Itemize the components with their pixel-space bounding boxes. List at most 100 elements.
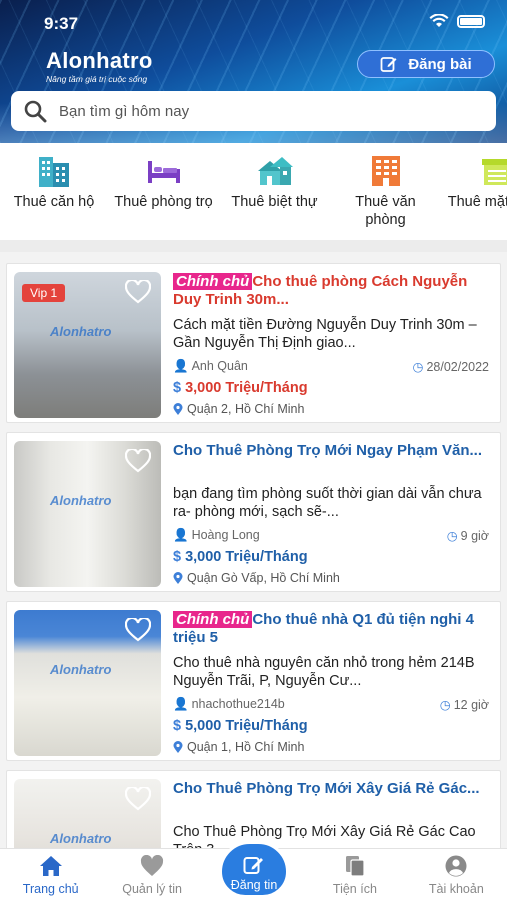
listing-author: 👤 Hoàng Long: [173, 528, 260, 543]
category-label: Thuê căn hộ: [13, 194, 95, 210]
owner-tag: Chính chủ: [173, 611, 253, 628]
nav-label: Quản lý tin: [122, 882, 182, 896]
listing-title[interactable]: Chính chủ Cho thuê nhà Q1 đủ tiện nghi 4 …: [173, 611, 489, 647]
listing-title-text: Cho Thuê Phòng Trọ Mới Ngay Phạm Văn...: [173, 442, 483, 459]
category-office[interactable]: Thuê văn phòng: [330, 143, 441, 240]
thumbnail-watermark: Alonhatro: [50, 493, 112, 508]
category-room[interactable]: Thuê phòng trọ: [108, 143, 219, 240]
user-icon: 👤: [173, 697, 189, 711]
thumbnail-watermark: Alonhatro: [50, 831, 112, 846]
edit-icon: [243, 857, 263, 874]
listing-price: $3,000 Triệu/Tháng: [173, 549, 489, 565]
logo-slogan: Nâng tầm giá trị cuộc sống: [46, 74, 148, 84]
listing-thumbnail[interactable]: Alonhatro: [14, 441, 161, 587]
clock-icon: ◷: [446, 529, 458, 543]
wifi-icon: [429, 14, 449, 27]
listing-location: Quận 1, Hồ Chí Minh: [173, 740, 489, 754]
time-text: 12 giờ: [453, 698, 489, 712]
thumbnail-watermark: Alonhatro: [50, 662, 112, 677]
bed-icon: [147, 161, 180, 183]
listing-price: $3,000 Triệu/Tháng: [173, 380, 489, 396]
category-villa[interactable]: Thuê biệt thự: [219, 143, 330, 240]
app-logo[interactable]: Alonhatro Nâng tầm giá trị cuộc sống: [46, 48, 153, 84]
app-header: 9:37 Alonhatro Nâng tầm giá trị cuộc sốn…: [0, 0, 507, 143]
nav-manage-posts[interactable]: Quản lý tin: [101, 849, 202, 900]
location-pin-icon: [173, 740, 183, 753]
location-text: Quận 2, Hồ Chí Minh: [187, 402, 305, 416]
listing-time: ◷ 28/02/2022: [413, 359, 489, 374]
home-icon: [39, 856, 62, 876]
nav-home[interactable]: Trang chủ: [0, 849, 101, 900]
heart-icon[interactable]: [125, 280, 151, 304]
listing-location: Quận 2, Hồ Chí Minh: [173, 402, 489, 416]
nav-post-ad-button[interactable]: Đăng tin: [219, 841, 289, 898]
status-icons: [429, 14, 485, 28]
documents-icon: [345, 856, 365, 877]
category-bar: Thuê căn hộ Thuê phòng trọ Thuê biệt thự: [0, 143, 507, 240]
listing-author: 👤 nhachothue214b: [173, 697, 285, 712]
search-bar[interactable]: [11, 91, 496, 131]
price-text: 3,000 Triệu/Tháng: [185, 549, 308, 565]
listing-time: ◷ 12 giờ: [440, 697, 489, 712]
apartment-icon: [39, 157, 69, 187]
listing-description: Cho Thuê Phòng Trọ Mới Xây Giá Rẻ Gác Ca…: [173, 824, 476, 848]
user-circle-icon: [445, 855, 467, 877]
category-label: Thuê mặt bằng: [447, 194, 507, 210]
listing-thumbnail[interactable]: Alonhatro: [14, 610, 161, 756]
heart-icon[interactable]: [125, 618, 151, 642]
nav-account[interactable]: Tài khoản: [406, 849, 507, 900]
nav-label: Trang chủ: [22, 882, 79, 896]
heart-icon[interactable]: [125, 449, 151, 473]
listing-title[interactable]: Chính chủ Cho thuê phòng Cách Nguyễn Duy …: [173, 273, 489, 309]
heart-filled-icon: [141, 855, 164, 876]
search-input[interactable]: [59, 102, 459, 120]
listing-info: Chính chủ Cho thuê phòng Cách Nguyễn Duy …: [173, 273, 489, 416]
listing-title[interactable]: Cho Thuê Phòng Trọ Mới Xây Giá Rẻ Gác...: [173, 780, 489, 816]
price-text: 3,000 Triệu/Tháng: [185, 380, 308, 396]
shop-icon: [481, 159, 507, 185]
listing-meta: 👤 nhachothue214b ◷ 12 giờ: [173, 697, 489, 712]
listing-card[interactable]: Alonhatro Cho Thuê Phòng Trọ Mới Ngay Ph…: [6, 432, 501, 592]
nav-utilities[interactable]: Tiện ích: [304, 849, 405, 900]
search-icon: [24, 100, 47, 123]
listing-info: Cho Thuê Phòng Trọ Mới Xây Giá Rẻ Gác...…: [173, 780, 489, 848]
listing-description: Cho thuê nhà nguyên căn nhỏ trong hẻm 21…: [173, 655, 475, 689]
clock-icon: ◷: [412, 360, 424, 374]
listing-meta: 👤 Anh Quân ◷ 28/02/2022: [173, 359, 489, 374]
location-pin-icon: [173, 571, 183, 584]
office-icon: [371, 156, 400, 186]
battery-icon: [457, 14, 485, 28]
category-apartment[interactable]: Thuê căn hộ: [0, 143, 108, 240]
listing-description: Cách mặt tiền Đường Nguyễn Duy Trinh 30m…: [173, 317, 477, 351]
nav-label: Đăng tin: [230, 878, 278, 892]
listing-info: Chính chủ Cho thuê nhà Q1 đủ tiện nghi 4 …: [173, 611, 489, 754]
listing-card[interactable]: Alonhatro Chính chủ Cho thuê nhà Q1 đủ ti…: [6, 601, 501, 761]
currency-icon: $: [173, 380, 182, 396]
author-name: Hoàng Long: [191, 528, 260, 542]
nav-label: Tiện ích: [332, 882, 377, 896]
post-ad-label: Đăng bài: [408, 55, 472, 73]
category-shop[interactable]: Thuê mặt bằng: [441, 143, 507, 240]
time-text: 28/02/2022: [426, 360, 489, 374]
category-label: Thuê phòng trọ: [114, 194, 213, 210]
post-ad-button[interactable]: Đăng bài: [357, 50, 495, 78]
listing-location: Quận Gò Vấp, Hồ Chí Minh: [173, 571, 489, 585]
heart-icon[interactable]: [125, 787, 151, 811]
villa-icon: [257, 157, 293, 185]
listing-title[interactable]: Cho Thuê Phòng Trọ Mới Ngay Phạm Văn...: [173, 442, 489, 478]
listing-card[interactable]: Alonhatro Vip 1 Chính chủ Cho thuê phòng …: [6, 263, 501, 423]
location-text: Quận Gò Vấp, Hồ Chí Minh: [187, 571, 340, 585]
edit-icon: [380, 57, 397, 72]
owner-tag: Chính chủ: [173, 273, 253, 290]
listing-thumbnail[interactable]: Alonhatro: [14, 779, 161, 848]
listing-info: Cho Thuê Phòng Trọ Mới Ngay Phạm Văn... …: [173, 442, 489, 585]
listing-author: 👤 Anh Quân: [173, 359, 248, 374]
listing-title-text: Cho Thuê Phòng Trọ Mới Xây Giá Rẻ Gác...: [173, 780, 480, 797]
listing-card[interactable]: Alonhatro Cho Thuê Phòng Trọ Mới Xây Giá…: [6, 770, 501, 848]
author-name: Anh Quân: [191, 359, 248, 373]
vip-badge: Vip 1: [22, 284, 66, 302]
location-pin-icon: [173, 402, 183, 415]
listing-thumbnail[interactable]: Alonhatro Vip 1: [14, 272, 161, 418]
nav-label: Tài khoản: [428, 882, 484, 896]
logo-title: Alonhatro: [46, 48, 153, 73]
